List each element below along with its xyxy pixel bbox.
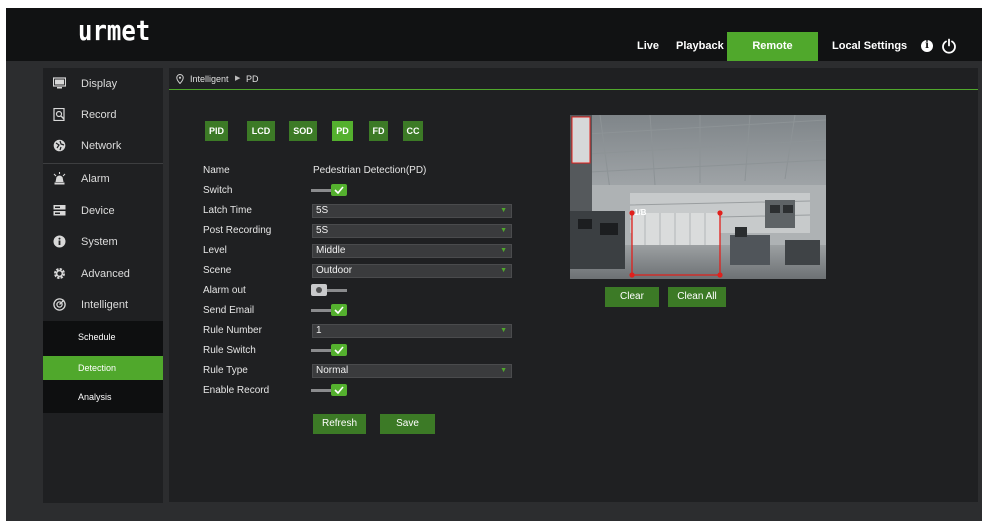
- record-icon: [53, 108, 65, 121]
- info-icon: [53, 235, 66, 248]
- top-bar: urmet Live Playback Remote Setting Local…: [6, 8, 982, 81]
- tab-pd[interactable]: PD: [332, 121, 353, 141]
- chevron-down-icon: ▼: [500, 267, 507, 274]
- intelligent-submenu: Schedule Detection Analysis: [43, 321, 163, 413]
- rule-switch-toggle[interactable]: [311, 344, 347, 356]
- switch-toggle[interactable]: [311, 184, 347, 196]
- alarm-out-label: Alarm out: [203, 285, 246, 296]
- sidebar: Display Record Network Alarm Device Syst…: [43, 68, 163, 503]
- location-pin-icon: [176, 74, 184, 84]
- sidebar-subitem-analysis[interactable]: Analysis: [43, 385, 163, 409]
- alarm-icon: [53, 172, 66, 185]
- sidebar-item-network[interactable]: Network: [43, 131, 163, 162]
- rule-switch-label: Rule Switch: [203, 345, 256, 356]
- sidebar-subitem-label: Detection: [78, 363, 117, 373]
- latch-time-value: 5S: [316, 205, 329, 216]
- sidebar-item-label: Display: [81, 78, 118, 90]
- level-select[interactable]: Middle ▼: [312, 244, 512, 258]
- chevron-down-icon: ▼: [500, 227, 507, 234]
- sidebar-item-label: Alarm: [81, 173, 110, 185]
- sidebar-subitem-schedule[interactable]: Schedule: [43, 325, 163, 349]
- sidebar-item-label: System: [81, 236, 118, 248]
- sidebar-item-label: Intelligent: [81, 299, 129, 311]
- breadcrumb-separator-icon: ▶: [235, 75, 241, 82]
- send-email-label: Send Email: [203, 305, 255, 316]
- clean-all-button[interactable]: Clean All: [668, 287, 726, 307]
- sidebar-subitem-label: Schedule: [78, 332, 116, 342]
- level-label: Level: [203, 245, 227, 256]
- latch-time-label: Latch Time: [203, 205, 252, 216]
- sidebar-subitem-detection[interactable]: Detection: [43, 356, 163, 380]
- chevron-down-icon: ▼: [500, 207, 507, 214]
- name-label: Name: [203, 165, 230, 176]
- breadcrumb-page: PD: [246, 74, 259, 84]
- switch-label: Switch: [203, 185, 233, 196]
- app-window: urmet Live Playback Remote Setting Local…: [6, 8, 982, 521]
- check-icon: [334, 386, 344, 394]
- post-recording-label: Post Recording: [203, 225, 272, 236]
- scene-label: Scene: [203, 265, 232, 276]
- chevron-down-icon: ▼: [500, 247, 507, 254]
- check-icon: [334, 186, 344, 194]
- sidebar-item-display[interactable]: Display: [43, 69, 163, 100]
- tab-cc[interactable]: CC: [403, 121, 423, 141]
- refresh-button[interactable]: Refresh: [313, 414, 366, 434]
- rule-type-label: Rule Type: [203, 365, 248, 376]
- intelligent-icon: [53, 298, 66, 311]
- enable-record-toggle[interactable]: [311, 384, 347, 396]
- scene-select[interactable]: Outdoor ▼: [312, 264, 512, 278]
- sidebar-item-intelligent[interactable]: Intelligent: [43, 290, 163, 321]
- breadcrumb-section[interactable]: Intelligent: [190, 74, 229, 84]
- sidebar-item-label: Advanced: [81, 268, 130, 280]
- monitor-icon: [53, 77, 66, 89]
- sidebar-item-device[interactable]: Device: [43, 196, 163, 227]
- sidebar-item-system[interactable]: System: [43, 227, 163, 258]
- rule-number-select[interactable]: 1 ▼: [312, 324, 512, 338]
- tab-fd[interactable]: FD: [369, 121, 388, 141]
- nav-playback[interactable]: Playback: [670, 32, 730, 61]
- info-icon[interactable]: i: [921, 40, 933, 52]
- chevron-down-icon: ▼: [500, 367, 507, 374]
- sidebar-item-record[interactable]: Record: [43, 100, 163, 131]
- enable-record-label: Enable Record: [203, 385, 270, 396]
- camera-preview[interactable]: 1/B: [570, 115, 826, 279]
- sidebar-item-advanced[interactable]: Advanced: [43, 259, 163, 290]
- nav-remote-setting[interactable]: Remote Setting: [727, 32, 818, 81]
- sidebar-item-label: Record: [81, 109, 117, 121]
- clear-button[interactable]: Clear: [605, 287, 659, 307]
- tab-pid[interactable]: PID: [205, 121, 228, 141]
- scene-value: Outdoor: [316, 265, 353, 276]
- save-button[interactable]: Save: [380, 414, 435, 434]
- send-email-toggle[interactable]: [311, 304, 347, 316]
- rule-number-value: 1: [316, 325, 322, 336]
- tab-sod[interactable]: SOD: [289, 121, 317, 141]
- gear-icon: [54, 268, 65, 279]
- alarm-out-toggle[interactable]: [311, 284, 347, 296]
- network-icon: [53, 139, 66, 152]
- post-recording-value: 5S: [316, 225, 329, 236]
- device-icon: [53, 205, 66, 216]
- level-value: Middle: [316, 245, 346, 256]
- breadcrumb: Intelligent ▶ PD: [169, 68, 978, 90]
- rule-type-value: Normal: [316, 365, 349, 376]
- sidebar-subitem-label: Analysis: [78, 392, 112, 402]
- chevron-down-icon: ▼: [500, 327, 507, 334]
- name-value: Pedestrian Detection(PD): [313, 165, 427, 176]
- latch-time-select[interactable]: 5S ▼: [312, 204, 512, 218]
- main-panel: Intelligent ▶ PD PID LCD SOD PD FD CC Na…: [169, 68, 978, 502]
- tab-lcd[interactable]: LCD: [247, 121, 275, 141]
- nav-local-settings[interactable]: Local Settings: [826, 32, 913, 61]
- power-icon[interactable]: [941, 38, 957, 54]
- sidebar-item-alarm[interactable]: Alarm: [43, 164, 163, 195]
- rule-number-label: Rule Number: [203, 325, 262, 336]
- check-icon: [334, 346, 344, 354]
- sidebar-item-label: Network: [81, 140, 122, 152]
- check-icon: [334, 306, 344, 314]
- rule-type-select[interactable]: Normal ▼: [312, 364, 512, 378]
- nav-live[interactable]: Live: [631, 32, 665, 61]
- rule-marker-label: 1/B: [634, 208, 647, 217]
- sidebar-item-label: Device: [81, 205, 115, 217]
- urmet-logo: urmet: [78, 14, 151, 48]
- post-recording-select[interactable]: 5S ▼: [312, 224, 512, 238]
